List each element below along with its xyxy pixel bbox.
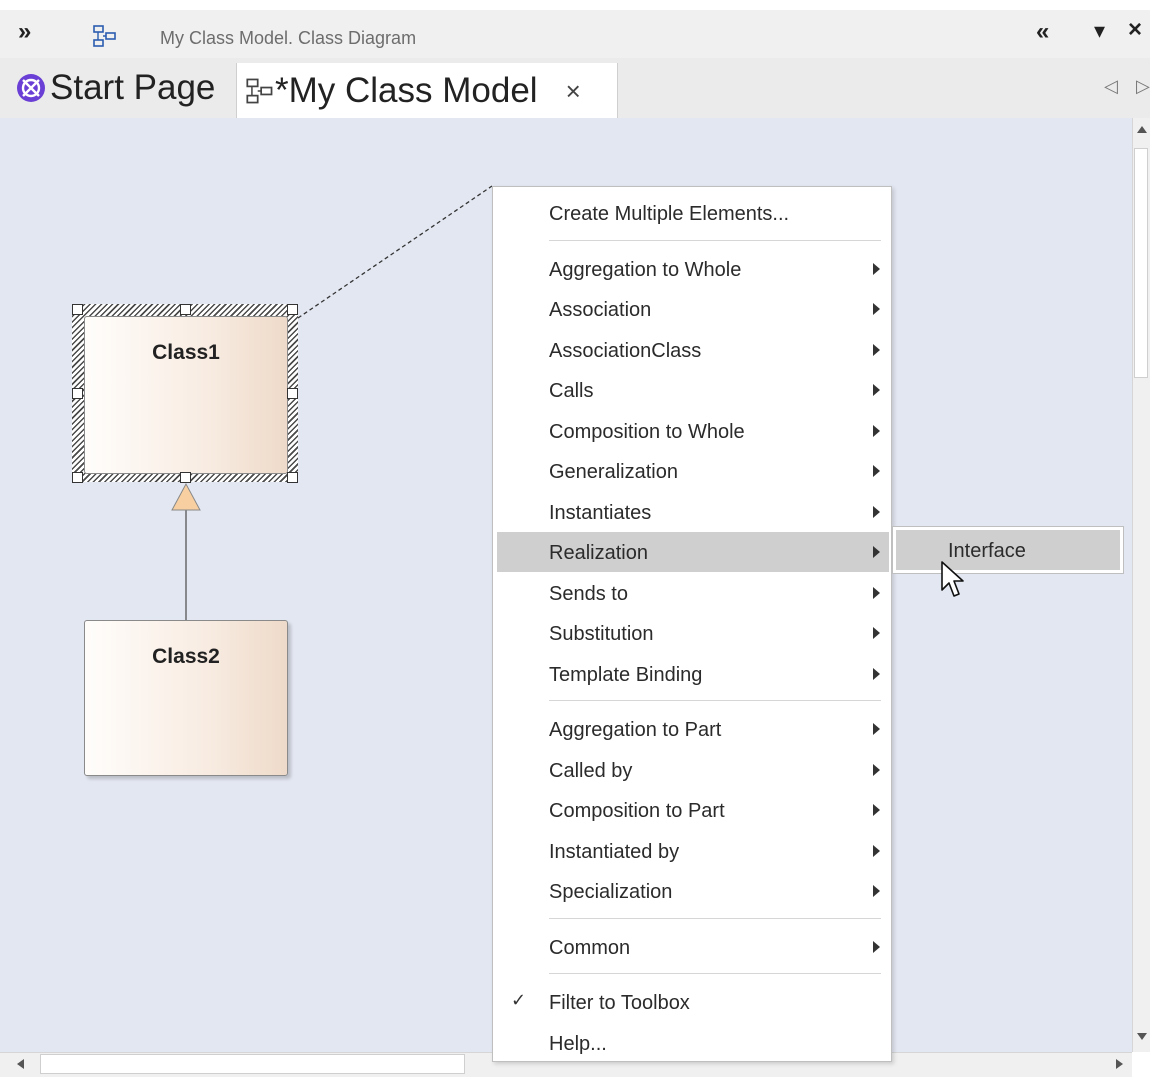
menu-item-association[interactable]: Association bbox=[493, 289, 889, 329]
submenu-arrow-icon bbox=[873, 627, 880, 639]
menu-item-specialization[interactable]: Specialization bbox=[493, 871, 889, 911]
checkmark-icon: ✓ bbox=[511, 990, 527, 1010]
menu-item-associationclass[interactable]: AssociationClass bbox=[493, 330, 889, 370]
submenu-arrow-icon bbox=[873, 667, 880, 680]
resize-handle-e[interactable] bbox=[287, 388, 298, 399]
note-link-line bbox=[297, 185, 493, 319]
menu-item-generalization[interactable]: Generalization bbox=[493, 451, 889, 491]
menu-item-label: Aggregation to Whole bbox=[549, 258, 742, 281]
resize-handle-se[interactable] bbox=[287, 472, 298, 483]
menu-item-label: Instantiates bbox=[549, 501, 652, 524]
menu-item-label: Create Multiple Elements... bbox=[549, 203, 790, 225]
submenu-arrow-icon bbox=[873, 885, 880, 897]
menu-item-substitution[interactable]: Substitution bbox=[493, 613, 889, 653]
submenu-arrow-icon bbox=[873, 804, 880, 816]
menu-item-label: AssociationClass bbox=[549, 339, 702, 362]
submenu-arrow-icon bbox=[873, 940, 880, 953]
menu-item-help[interactable]: Help... bbox=[493, 1023, 889, 1063]
menu-item-aggregation-to-whole[interactable]: Aggregation to Whole bbox=[493, 249, 889, 289]
submenu-item-interface[interactable]: Interface bbox=[896, 530, 1120, 570]
menu-item-label: Calls bbox=[549, 380, 594, 402]
resize-handle-sw[interactable] bbox=[72, 472, 83, 483]
submenu-arrow-icon bbox=[873, 303, 880, 315]
context-menu: Create Multiple Elements... Aggregation t… bbox=[492, 186, 892, 1062]
submenu-arrow-icon bbox=[873, 262, 880, 275]
submenu-arrow-icon bbox=[873, 465, 880, 477]
class-element-class2[interactable]: Class2 bbox=[84, 620, 288, 776]
menu-item-label: Association bbox=[549, 299, 652, 321]
resize-handle-ne[interactable] bbox=[287, 304, 298, 315]
submenu-arrow-icon bbox=[873, 586, 880, 599]
menu-item-aggregation-to-part[interactable]: Aggregation to Part bbox=[493, 709, 889, 749]
menu-item-instantiates[interactable]: Instantiates bbox=[493, 492, 889, 532]
submenu-arrow-icon bbox=[873, 384, 880, 396]
menu-item-label: Substitution bbox=[549, 623, 654, 645]
menu-item-calls[interactable]: Calls bbox=[493, 370, 889, 410]
generalization-arrowhead bbox=[171, 482, 201, 511]
class-element-class1[interactable]: Class1 bbox=[84, 316, 288, 474]
horizontal-scroll-thumb[interactable] bbox=[40, 1054, 465, 1074]
submenu-arrow-icon bbox=[873, 343, 880, 356]
scroll-left-icon[interactable] bbox=[16, 1058, 26, 1070]
resize-handle-s[interactable] bbox=[180, 472, 191, 483]
menu-separator bbox=[549, 973, 881, 974]
menu-separator bbox=[549, 239, 881, 241]
menu-item-label: Filter to Toolbox bbox=[549, 992, 690, 1014]
resize-handle-n[interactable] bbox=[180, 304, 191, 315]
resize-handle-w[interactable] bbox=[72, 388, 83, 399]
mouse-pointer-icon bbox=[941, 561, 964, 597]
class-name: Class1 bbox=[152, 341, 220, 364]
vertical-scroll-thumb[interactable] bbox=[1134, 148, 1148, 378]
menu-item-sends-to[interactable]: Sends to bbox=[493, 573, 889, 613]
menu-separator bbox=[549, 700, 881, 701]
realization-submenu: Interface bbox=[892, 526, 1124, 574]
menu-item-template-binding[interactable]: Template Binding bbox=[493, 654, 889, 694]
menu-item-label: Composition to Whole bbox=[549, 420, 745, 443]
menu-item-label: Help... bbox=[549, 1032, 607, 1055]
menu-item-label: Realization bbox=[549, 542, 648, 564]
menu-item-label: Generalization bbox=[549, 461, 678, 483]
menu-item-filter-to-toolbox[interactable]: Filter to Toolbox ✓ bbox=[493, 982, 889, 1022]
menu-item-create-multiple-elements[interactable]: Create Multiple Elements... bbox=[493, 193, 889, 233]
resize-handle-nw[interactable] bbox=[72, 304, 83, 315]
menu-item-realization[interactable]: Realization bbox=[497, 532, 889, 572]
scroll-up-icon[interactable] bbox=[1136, 124, 1148, 134]
submenu-arrow-icon bbox=[873, 505, 880, 518]
menu-item-label: Specialization bbox=[549, 881, 673, 903]
submenu-arrow-icon bbox=[873, 723, 880, 735]
scroll-down-icon[interactable] bbox=[1136, 1032, 1148, 1042]
menu-item-label: Sends to bbox=[549, 582, 628, 605]
menu-item-instantiated-by[interactable]: Instantiated by bbox=[493, 831, 889, 871]
submenu-arrow-icon bbox=[873, 763, 880, 776]
menu-item-composition-to-part[interactable]: Composition to Part bbox=[493, 790, 889, 830]
menu-item-label: Composition to Part bbox=[549, 800, 725, 822]
menu-item-label: Called by bbox=[549, 759, 633, 782]
menu-item-label: Instantiated by bbox=[549, 840, 680, 863]
submenu-arrow-icon bbox=[873, 546, 880, 558]
menu-item-label: Common bbox=[549, 936, 631, 959]
menu-item-composition-to-whole[interactable]: Composition to Whole bbox=[493, 411, 889, 451]
menu-item-label: Aggregation to Part bbox=[549, 719, 722, 741]
menu-item-label: Template Binding bbox=[549, 663, 703, 686]
menu-separator bbox=[549, 917, 881, 919]
class-name: Class2 bbox=[152, 645, 220, 668]
menu-item-called-by[interactable]: Called by bbox=[493, 750, 889, 790]
submenu-arrow-icon bbox=[873, 844, 880, 857]
submenu-arrow-icon bbox=[873, 424, 880, 437]
scroll-right-icon[interactable] bbox=[1114, 1058, 1124, 1070]
menu-item-common[interactable]: Common bbox=[493, 927, 889, 967]
